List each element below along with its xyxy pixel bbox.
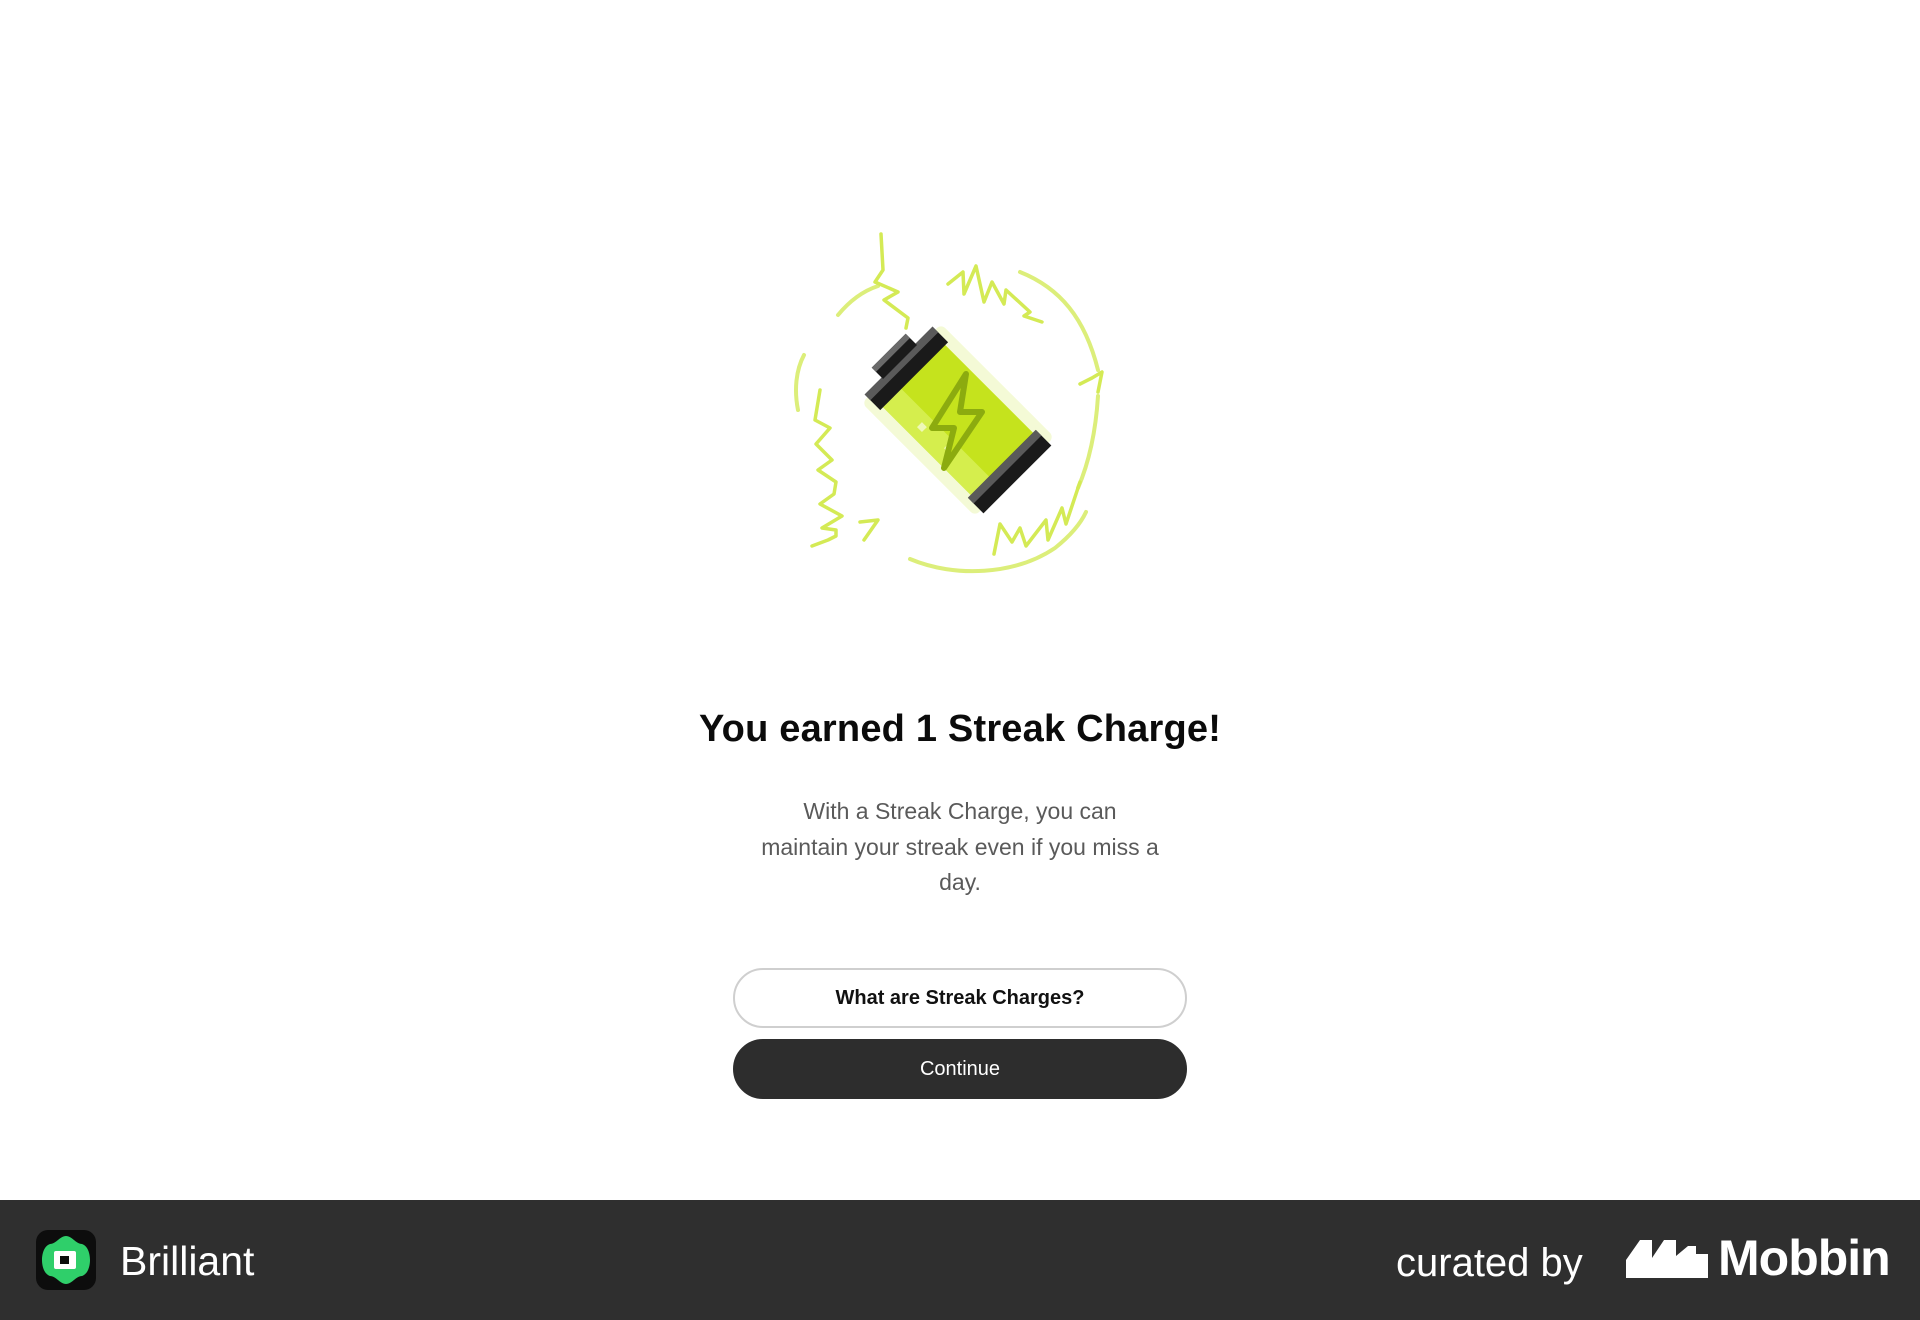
streak-charge-battery-icon [794, 232, 1104, 574]
footer-bar: Brilliant curated by Mobbin [0, 1200, 1920, 1320]
modal-description: With a Streak Charge, you can maintain y… [761, 798, 1159, 895]
what-are-streak-charges-label: What are Streak Charges? [835, 986, 1085, 1009]
app-name: Brilliant [120, 1238, 255, 1284]
streak-charge-screen: You earned 1 Streak Charge! With a Strea… [0, 0, 1920, 1200]
mobbin-logo-icon [1626, 1240, 1708, 1278]
continue-button[interactable]: Continue [733, 1039, 1187, 1099]
continue-label: Continue [919, 1057, 1001, 1080]
what-are-streak-charges-button[interactable]: What are Streak Charges? [733, 968, 1187, 1028]
mobbin-brand-name: Mobbin [1718, 1230, 1891, 1286]
modal-title: You earned 1 Streak Charge! [698, 708, 1222, 750]
brilliant-logo-icon [36, 1230, 96, 1290]
page: You earned 1 Streak Charge! With a Strea… [0, 0, 1920, 1320]
curated-by-label: curated by [1396, 1241, 1583, 1285]
